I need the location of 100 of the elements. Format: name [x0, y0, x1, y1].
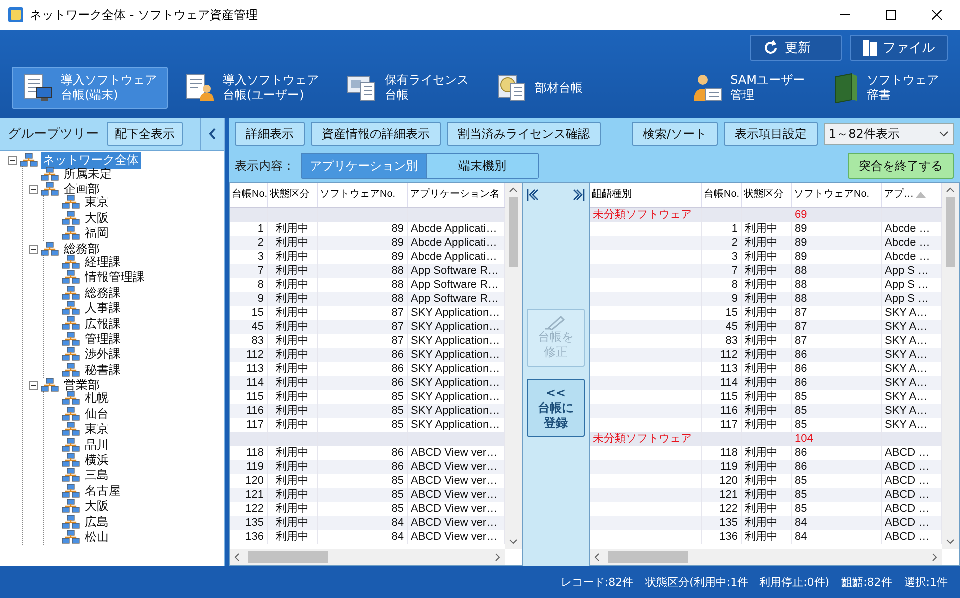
nav-button[interactable]: 保有ライセンス 台帳: [336, 67, 480, 109]
scroll-left-icon[interactable]: [234, 552, 240, 562]
toolbar-button[interactable]: 詳細表示: [235, 122, 305, 146]
tree-item[interactable]: 仙台: [83, 406, 111, 423]
app-icon: [8, 7, 24, 23]
tree-item[interactable]: 広島: [83, 514, 111, 531]
nav-button[interactable]: SAMユーザー 管理: [682, 67, 816, 109]
scroll-up-icon[interactable]: [946, 187, 955, 193]
tree-item[interactable]: 名古屋: [83, 482, 123, 500]
table-cell: 87: [318, 320, 408, 334]
range-dropdown[interactable]: 1～82件表示: [824, 123, 954, 145]
table-cell: 45: [702, 320, 742, 334]
scrollbar-thumb[interactable]: [509, 197, 518, 267]
column-header[interactable]: 台帳No.: [230, 183, 268, 207]
table-cell: 84: [792, 530, 882, 544]
network-group-icon: [62, 286, 80, 301]
table-cell: 112: [702, 348, 742, 362]
register-ledger-button[interactable]: << 台帳に 登録: [527, 379, 585, 437]
table-cell: 利用中: [268, 376, 318, 390]
table-cell: 89: [318, 236, 408, 250]
collapse-icon[interactable]: [29, 381, 38, 390]
toolbar-button[interactable]: 検索/ソート: [632, 122, 718, 146]
column-header[interactable]: 状態区分: [744, 183, 784, 207]
toolbar-button[interactable]: 資産情報の詳細表示: [311, 122, 441, 146]
horizontal-scrollbar[interactable]: [590, 549, 942, 565]
tree-item[interactable]: 横浜: [83, 452, 111, 470]
table-cell: 利用中: [268, 348, 318, 362]
table-cell: 86: [792, 348, 882, 362]
table-cell: 135: [230, 516, 268, 530]
tree-item[interactable]: 人事課: [83, 300, 123, 318]
horizontal-scrollbar[interactable]: [230, 549, 505, 565]
table-cell: 86: [318, 460, 408, 474]
table-cell: 9: [230, 292, 268, 306]
tree-item[interactable]: 総務課: [83, 284, 123, 302]
tree-item[interactable]: 福岡: [83, 225, 111, 242]
collapse-icon[interactable]: [29, 184, 38, 194]
table-cell: 86: [792, 460, 882, 474]
table-cell: 114: [702, 376, 742, 390]
scroll-down-icon[interactable]: [509, 539, 518, 545]
network-group-icon: [20, 153, 38, 168]
tree-item[interactable]: 大阪: [83, 210, 111, 227]
scrollbar-thumb[interactable]: [946, 197, 955, 267]
column-header[interactable]: 状態区分: [268, 183, 318, 207]
tree-item[interactable]: 大阪: [83, 498, 111, 516]
network-group-icon: [62, 226, 80, 242]
column-header[interactable]: 齟齬種別: [592, 183, 632, 207]
user-card-icon: [692, 73, 723, 103]
scroll-down-icon[interactable]: [946, 539, 955, 545]
scroll-left-icon[interactable]: [594, 552, 600, 562]
sort-ascending-icon: [916, 192, 926, 198]
table-cell: 84: [792, 516, 882, 530]
column-header[interactable]: ソフトウェアNo.: [794, 183, 870, 207]
ledger-person-icon: [185, 74, 215, 102]
toolbar-button[interactable]: 表示項目設定: [724, 122, 818, 146]
tree-item[interactable]: 品川: [83, 436, 111, 454]
column-header[interactable]: ソフトウェアNo.: [318, 183, 408, 207]
table-cell: 利用中: [268, 460, 318, 474]
table-cell: 利用中: [742, 292, 792, 306]
table-cell: 86: [318, 348, 408, 362]
toolbar-button[interactable]: 更新: [750, 35, 842, 61]
tree-item[interactable]: 渉外課: [83, 346, 123, 364]
nav-button[interactable]: 導入ソフトウェア 台帳(ユーザー): [174, 67, 330, 109]
tree-item[interactable]: 東京: [83, 421, 111, 438]
collapse-icon[interactable]: [8, 156, 17, 166]
vertical-scrollbar[interactable]: [942, 183, 959, 549]
tree-item[interactable]: 秘書課: [83, 362, 123, 379]
column-header[interactable]: 台帳No.: [704, 183, 740, 207]
display-mode-label: 表示内容：: [235, 158, 295, 174]
tree-item[interactable]: 広報課: [83, 316, 123, 332]
tree-item[interactable]: 情報管理課: [83, 269, 147, 286]
tree-item[interactable]: ネットワーク全体: [41, 152, 141, 170]
tree-item[interactable]: 東京: [83, 194, 111, 212]
tree-item[interactable]: 松山: [83, 528, 111, 546]
show-all-button[interactable]: 配下全表示: [107, 122, 183, 146]
tree-item[interactable]: 三島: [83, 467, 111, 484]
nav-button[interactable]: ソフトウェア 辞書: [822, 67, 950, 109]
tree-item[interactable]: 札幌: [83, 390, 111, 408]
table-cell: 利用中: [268, 516, 318, 530]
table-cell: 利用中: [742, 460, 792, 474]
collapse-icon[interactable]: [29, 244, 38, 254]
vertical-scrollbar[interactable]: [505, 183, 522, 549]
toolbar-button[interactable]: 割当済みライセンス確認: [447, 122, 601, 146]
toolbar-button[interactable]: ファイル: [850, 35, 948, 61]
scroll-up-icon[interactable]: [509, 187, 518, 193]
network-group-icon: [62, 316, 80, 332]
scroll-right-icon[interactable]: [932, 552, 938, 562]
table-cell: 7: [702, 264, 742, 278]
pencil-icon: [545, 316, 567, 330]
network-group-icon: [41, 182, 59, 197]
nav-button[interactable]: 部材台帳: [486, 67, 594, 109]
mode-tab[interactable]: 端末機別: [426, 154, 538, 178]
license-documents-icon: [347, 74, 377, 102]
network-group-icon: [62, 530, 80, 545]
network-group-icon: [41, 166, 59, 182]
finish-button[interactable]: 突合を終了する: [848, 153, 954, 179]
nav-button[interactable]: 導入ソフトウェア 台帳(端末): [12, 67, 168, 109]
tree-item[interactable]: 管理課: [83, 330, 123, 348]
window-title: ネットワーク全体 - ソフトウェア資産管理: [30, 6, 258, 24]
column-header[interactable]: アプ…: [884, 183, 914, 207]
scroll-right-icon[interactable]: [495, 552, 501, 562]
